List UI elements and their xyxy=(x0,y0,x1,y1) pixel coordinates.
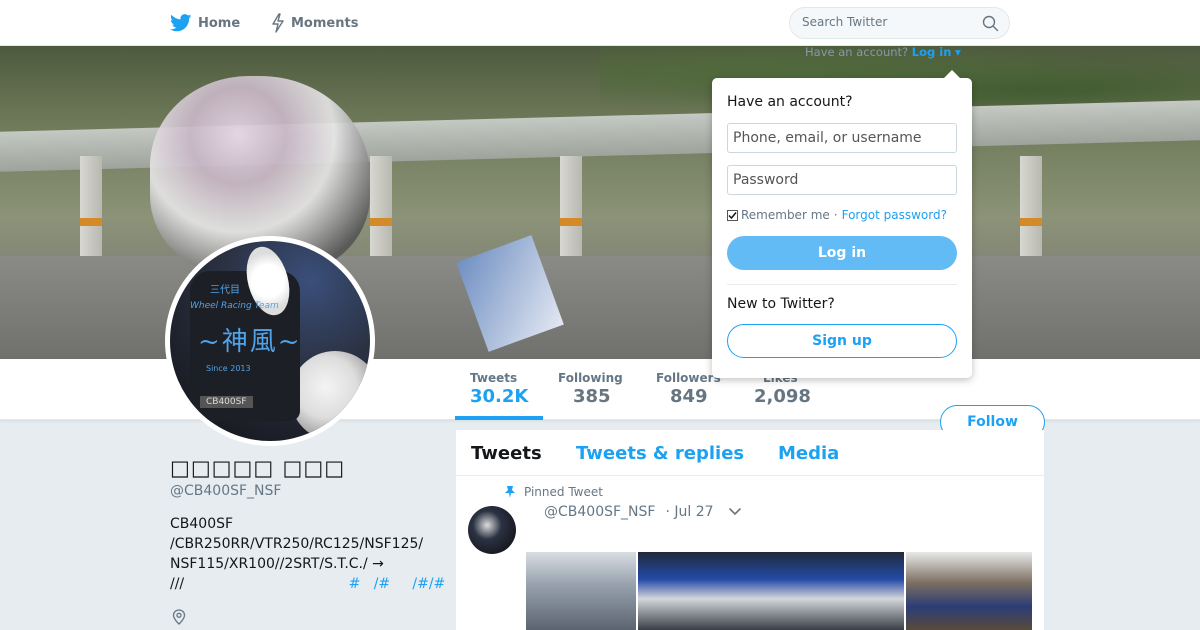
banner-post xyxy=(370,156,392,266)
profile-name[interactable]: □□□□□ □□□ xyxy=(170,456,345,480)
tab-media[interactable]: Media xyxy=(778,443,839,464)
stat-value: 30.2K xyxy=(470,386,529,407)
login-dropdown: Have an account? Remember me · Forgot pa… xyxy=(712,70,972,378)
timeline: Tweets Tweets & replies Media Pinned Twe… xyxy=(456,430,1044,630)
avatar-text-line2: Wheel Racing Team xyxy=(190,301,279,311)
bio-line: NSF115/XR100//2SRT/S.T.C./ → xyxy=(170,556,384,572)
bio-hashtags[interactable]: # /# /#/# xyxy=(349,576,446,592)
banner-post xyxy=(1020,156,1042,266)
new-to-twitter-label: New to Twitter? xyxy=(727,296,835,312)
stat-label: Following xyxy=(558,371,623,385)
stat-tweets[interactable]: Tweets 30.2K xyxy=(470,371,528,407)
profile-bio: CB400SF /CBR250RR/VTR250/RC125/NSF125/ N… xyxy=(170,514,460,594)
search-input[interactable] xyxy=(802,15,972,29)
avatar-bike xyxy=(290,351,370,441)
tweet-header: @CB400SF_NSF · Jul 27 xyxy=(544,504,742,520)
username-field[interactable] xyxy=(727,123,957,153)
separator: · xyxy=(833,208,838,222)
twitter-bird-icon xyxy=(170,14,192,32)
tweet-media-image[interactable] xyxy=(906,552,1032,630)
stat-value: 2,098 xyxy=(754,386,811,407)
stat-following[interactable]: Following 385 xyxy=(558,371,623,407)
login-hint: Have an account? Log in ▾ xyxy=(805,45,961,59)
bio-line: /// # /# /#/# xyxy=(170,574,460,594)
lightning-icon xyxy=(271,13,285,33)
caret-down-icon[interactable]: ▾ xyxy=(955,45,961,59)
stat-value: 849 xyxy=(670,386,708,407)
signup-button[interactable]: Sign up xyxy=(727,324,957,358)
tweet-handle[interactable]: @CB400SF_NSF xyxy=(544,504,655,520)
dropdown-divider xyxy=(727,284,957,285)
avatar-text-line1: 三代目 xyxy=(210,285,240,296)
nav-moments-label: Moments xyxy=(291,15,359,31)
forgot-password-link[interactable]: Forgot password? xyxy=(842,208,947,222)
bio-line: CB400SF xyxy=(170,516,234,532)
banner-post xyxy=(560,156,582,266)
location-pin-icon xyxy=(172,609,186,629)
remember-me-label[interactable]: Remember me xyxy=(741,208,830,222)
timeline-tabs: Tweets Tweets & replies Media xyxy=(456,430,1044,476)
pinned-text: Pinned Tweet xyxy=(524,485,603,499)
avatar-text-tag: CB400SF xyxy=(200,396,253,408)
login-button[interactable]: Log in xyxy=(727,236,957,270)
chevron-down-icon[interactable] xyxy=(728,507,742,517)
avatar-image: 三代目 Wheel Racing Team ~神風~ Since 2013 CB… xyxy=(170,241,370,441)
tab-tweets-replies[interactable]: Tweets & replies xyxy=(576,443,744,464)
login-hint-text: Have an account? xyxy=(805,45,909,59)
top-navigation: Home Moments xyxy=(0,0,1200,46)
pin-icon xyxy=(504,485,516,499)
search-icon[interactable] xyxy=(982,15,999,36)
profile-avatar[interactable]: 三代目 Wheel Racing Team ~神風~ Since 2013 CB… xyxy=(165,236,375,446)
avatar-text-since: Since 2013 xyxy=(206,364,251,373)
stat-value: 385 xyxy=(573,386,611,407)
checkbox-icon[interactable] xyxy=(727,209,738,221)
stat-followers[interactable]: Followers 849 xyxy=(656,371,721,407)
nav-home[interactable]: Home xyxy=(170,12,240,34)
tweet-date[interactable]: · Jul 27 xyxy=(665,504,713,520)
stat-label: Followers xyxy=(656,371,721,385)
nav-moments[interactable]: Moments xyxy=(271,12,358,34)
pinned-tweet-label: Pinned Tweet xyxy=(504,485,603,499)
active-stat-underline xyxy=(455,416,543,420)
avatar-text-kanji: ~神風~ xyxy=(198,327,302,357)
tab-tweets[interactable]: Tweets xyxy=(471,443,542,464)
password-field[interactable] xyxy=(727,165,957,195)
tweet-media-image[interactable] xyxy=(638,552,904,630)
tweet-avatar[interactable] xyxy=(468,506,516,554)
banner-post xyxy=(80,156,102,266)
stat-label: Tweets xyxy=(470,371,518,385)
profile-handle[interactable]: @CB400SF_NSF xyxy=(170,483,281,499)
bio-line: /CBR250RR/VTR250/RC125/NSF125/ xyxy=(170,536,424,552)
tweet-media-image[interactable] xyxy=(526,552,636,630)
nav-home-label: Home xyxy=(198,15,241,31)
bio-last-prefix: /// xyxy=(170,576,185,592)
remember-row: Remember me · Forgot password? xyxy=(727,208,947,222)
dropdown-title: Have an account? xyxy=(727,94,853,110)
login-hint-link[interactable]: Log in xyxy=(912,45,952,59)
search-box xyxy=(789,7,1010,39)
dropdown-caret xyxy=(944,70,960,78)
